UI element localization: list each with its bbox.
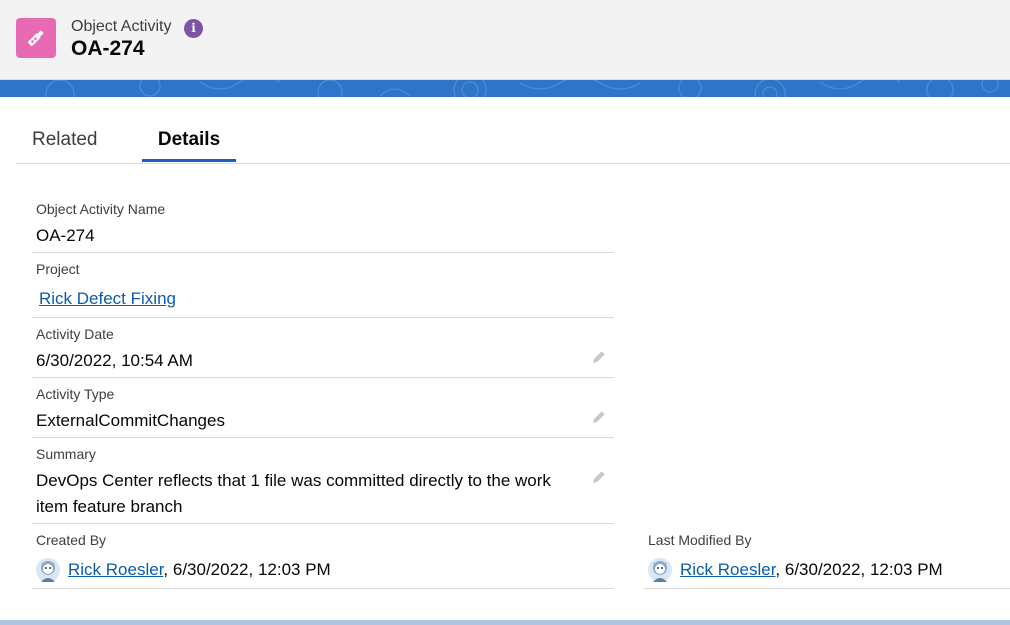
edit-pencil-icon[interactable] bbox=[590, 468, 608, 486]
created-by-date: , 6/30/2022, 12:03 PM bbox=[163, 560, 331, 579]
active-tab-indicator bbox=[142, 159, 236, 162]
created-by-user-link[interactable]: Rick Roesler bbox=[68, 560, 163, 579]
header-banner bbox=[0, 80, 1010, 97]
data-object-icon bbox=[16, 18, 56, 58]
last-modified-by-date: , 6/30/2022, 12:03 PM bbox=[775, 560, 943, 579]
field-value: 6/30/2022, 10:54 AM bbox=[36, 351, 193, 370]
field-created-by: Created By Rick Roesler, 6/30/2022, 12:0… bbox=[32, 524, 614, 589]
last-modified-by-value: Rick Roesler, 6/30/2022, 12:03 PM bbox=[680, 557, 943, 583]
user-avatar-icon bbox=[36, 558, 60, 582]
field-label: Activity Date bbox=[36, 326, 114, 342]
field-label: Last Modified By bbox=[648, 532, 752, 548]
field-label: Created By bbox=[36, 532, 107, 548]
project-link[interactable]: Rick Defect Fixing bbox=[39, 286, 176, 312]
field-label: Summary bbox=[36, 446, 96, 462]
tab-details[interactable]: Details bbox=[142, 129, 236, 151]
field-project: Project Rick Defect Fixing bbox=[32, 253, 614, 318]
record-tabs: Related Details bbox=[16, 124, 1010, 164]
object-type-label: Object Activity bbox=[71, 18, 172, 35]
field-summary: Summary DevOps Center reflects that 1 fi… bbox=[32, 438, 614, 524]
tab-related[interactable]: Related bbox=[32, 129, 98, 151]
info-icon[interactable]: i bbox=[184, 19, 203, 38]
last-modified-by-user-link[interactable]: Rick Roesler bbox=[680, 560, 775, 579]
field-activity-date: Activity Date 6/30/2022, 10:54 AM bbox=[32, 318, 614, 378]
field-label: Activity Type bbox=[36, 386, 115, 402]
user-avatar-icon bbox=[648, 558, 672, 582]
field-last-modified-by: Last Modified By Rick Roesler, 6/30/2022… bbox=[644, 524, 1010, 589]
field-value: DevOps Center reflects that 1 file was c… bbox=[36, 471, 551, 516]
edit-pencil-icon[interactable] bbox=[590, 348, 608, 366]
field-value: OA-274 bbox=[36, 226, 95, 245]
record-header: Object Activity i OA-274 bbox=[0, 0, 1010, 80]
field-label: Project bbox=[36, 261, 80, 277]
field-value: ExternalCommitChanges bbox=[36, 411, 225, 430]
field-activity-type: Activity Type ExternalCommitChanges bbox=[32, 378, 614, 438]
edit-pencil-icon[interactable] bbox=[590, 408, 608, 426]
field-object-activity-name: Object Activity Name OA-274 bbox=[32, 195, 614, 253]
record-title: OA-274 bbox=[71, 37, 145, 60]
bottom-divider bbox=[0, 620, 1010, 625]
created-by-value: Rick Roesler, 6/30/2022, 12:03 PM bbox=[68, 557, 331, 583]
field-label: Object Activity Name bbox=[36, 201, 166, 217]
